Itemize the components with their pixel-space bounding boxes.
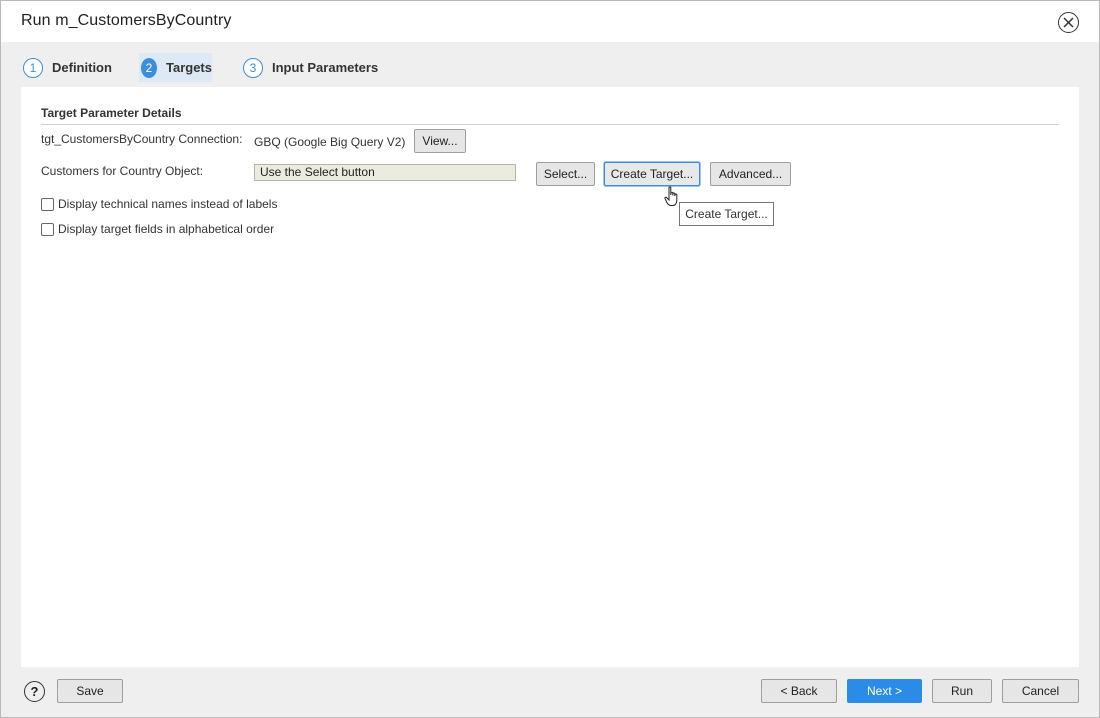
step-definition[interactable]: 1 Definition <box>23 53 112 82</box>
run-button[interactable]: Run <box>932 679 992 703</box>
step-label: Targets <box>166 60 212 75</box>
step-number: 3 <box>243 57 263 78</box>
technical-names-option[interactable]: Display technical names instead of label… <box>41 197 277 211</box>
alphabetical-checkbox[interactable] <box>41 222 54 236</box>
cancel-button[interactable]: Cancel <box>1002 679 1079 703</box>
save-button[interactable]: Save <box>57 679 123 703</box>
step-input-parameters[interactable]: 3 Input Parameters <box>243 53 378 82</box>
connection-label: tgt_CustomersByCountry Connection: <box>41 132 243 146</box>
step-label: Input Parameters <box>272 60 379 75</box>
connection-value: GBQ (Google Big Query V2) <box>254 135 406 149</box>
run-dialog: Run m_CustomersByCountry 1 Definition 2 … <box>0 0 1100 718</box>
select-button[interactable]: Select... <box>536 162 595 186</box>
title-bar: Run m_CustomersByCountry <box>1 1 1099 42</box>
object-field: Use the Select button <box>254 164 516 181</box>
alphabetical-label: Display target fields in alphabetical or… <box>58 222 275 236</box>
view-button[interactable]: View... <box>414 129 466 153</box>
back-button[interactable]: < Back <box>761 679 837 703</box>
step-targets[interactable]: 2 Targets <box>139 53 212 82</box>
create-target-tooltip: Create Target... <box>679 202 774 226</box>
help-icon[interactable]: ? <box>24 681 45 702</box>
step-number: 2 <box>141 57 157 78</box>
wizard-steps: 1 Definition 2 Targets 3 Input Parameter… <box>1 42 1099 87</box>
section-divider <box>41 124 1059 125</box>
technical-names-checkbox[interactable] <box>41 197 54 211</box>
object-label: Customers for Country Object: <box>41 164 204 178</box>
dialog-title: Run m_CustomersByCountry <box>21 12 232 29</box>
close-icon[interactable] <box>1058 12 1079 33</box>
section-title: Target Parameter Details <box>41 106 182 120</box>
step-number: 1 <box>23 57 43 78</box>
technical-names-label: Display technical names instead of label… <box>58 197 278 211</box>
step-label: Definition <box>52 60 112 75</box>
create-target-button[interactable]: Create Target... <box>604 162 700 186</box>
alphabetical-option[interactable]: Display target fields in alphabetical or… <box>41 222 274 236</box>
hand-cursor-icon <box>664 186 678 206</box>
content-panel: Target Parameter Details tgt_CustomersBy… <box>21 87 1079 667</box>
next-button[interactable]: Next > <box>847 679 922 703</box>
advanced-button[interactable]: Advanced... <box>710 162 791 186</box>
